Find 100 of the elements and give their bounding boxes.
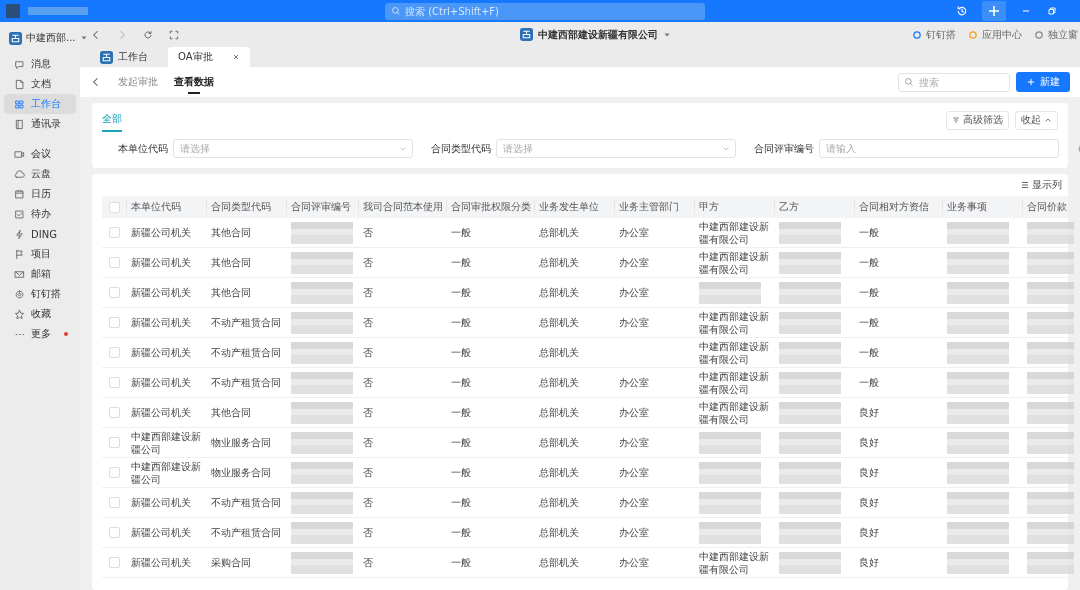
search-icon bbox=[904, 77, 914, 87]
row-checkbox[interactable] bbox=[108, 377, 120, 388]
nav-icon bbox=[14, 268, 25, 280]
table-cell: 否 bbox=[363, 256, 373, 269]
row-checkbox[interactable] bbox=[108, 317, 120, 328]
nav-icon bbox=[14, 288, 25, 300]
column-settings-button[interactable]: 显示列 bbox=[1021, 178, 1062, 192]
column-header: 乙方 bbox=[774, 200, 854, 214]
table-cell: 总部机关 bbox=[539, 556, 579, 569]
row-checkbox[interactable] bbox=[108, 257, 120, 268]
table-cell: 一般 bbox=[451, 226, 471, 239]
table-cell-text: 中建西部建设新疆有限公司 bbox=[699, 549, 770, 576]
row-checkbox[interactable] bbox=[108, 557, 120, 568]
select-all-checkbox[interactable] bbox=[108, 201, 120, 213]
nav-icon bbox=[14, 98, 25, 110]
table-cell: 新疆公司机关 bbox=[131, 556, 191, 569]
table-cell: 采购合同 bbox=[211, 556, 251, 569]
search-field[interactable]: 搜索 bbox=[898, 72, 1010, 92]
table-cell: 良好 bbox=[859, 466, 879, 479]
sidebar-item[interactable]: 文档 bbox=[4, 74, 76, 94]
sidebar-item[interactable]: 收藏 bbox=[4, 304, 76, 324]
table-cell: 总部机关 bbox=[539, 436, 579, 449]
chevron-down-icon bbox=[722, 144, 730, 153]
row-checkbox[interactable] bbox=[108, 407, 120, 418]
sidebar-item[interactable]: 邮箱 bbox=[4, 264, 76, 284]
app-icon bbox=[912, 29, 922, 40]
row-checkbox[interactable] bbox=[108, 467, 120, 478]
global-search-field[interactable]: 搜索 (Ctrl+Shift+F) bbox=[385, 2, 705, 20]
sidebar-item[interactable]: 会议 bbox=[4, 144, 76, 164]
sidebar-item[interactable]: 更多 bbox=[4, 324, 76, 344]
sidebar-item[interactable]: 钉钉搭 bbox=[4, 284, 76, 304]
row-checkbox[interactable] bbox=[108, 227, 120, 238]
column-header: 业务主管部门 bbox=[614, 200, 694, 214]
table-cell: 新疆公司机关 bbox=[131, 526, 191, 539]
row-checkbox[interactable] bbox=[108, 347, 120, 358]
table-cell: 物业服务合同 bbox=[211, 436, 271, 449]
page-tab[interactable]: 查看数据 bbox=[174, 67, 214, 97]
toolbar-link[interactable]: 独立窗 bbox=[1034, 27, 1078, 42]
history-icon[interactable] bbox=[956, 5, 968, 17]
sidebar-item[interactable]: DING bbox=[4, 224, 76, 244]
chevron-up-icon bbox=[1044, 116, 1052, 124]
toolbar-link[interactable]: 应用中心 bbox=[968, 27, 1022, 42]
new-button[interactable]: 新建 bbox=[1016, 72, 1070, 92]
table-cell: 否 bbox=[363, 346, 373, 359]
row-checkbox[interactable] bbox=[108, 497, 120, 508]
sidebar-item[interactable]: 待办 bbox=[4, 204, 76, 224]
table-cell: 办公室 bbox=[619, 226, 649, 239]
column-header: 本单位代码 bbox=[126, 200, 206, 214]
table-cell: 新疆公司机关 bbox=[131, 376, 191, 389]
table-cell: 办公室 bbox=[619, 406, 649, 419]
select-field[interactable]: 请选择 bbox=[496, 139, 736, 158]
nav-icon bbox=[14, 308, 25, 320]
nav-icon bbox=[14, 148, 25, 160]
restore-icon[interactable] bbox=[1046, 5, 1058, 17]
table-cell-text: 中建西部建设新疆有限公司 bbox=[699, 309, 770, 336]
table-cell: 一般 bbox=[859, 256, 879, 269]
caret-down-icon bbox=[79, 34, 88, 42]
select-field[interactable]: 请选择 bbox=[173, 139, 413, 158]
input-field[interactable]: 请输入 bbox=[819, 139, 1059, 158]
table-cell: 不动产租赁合同 bbox=[211, 316, 281, 329]
table-cell: 良好 bbox=[859, 436, 879, 449]
table-cell: 总部机关 bbox=[539, 466, 579, 479]
add-icon[interactable] bbox=[982, 1, 1006, 21]
column-header: 我司合同范本使用 bbox=[358, 200, 446, 214]
row-checkbox[interactable] bbox=[108, 527, 120, 538]
refresh-icon[interactable] bbox=[142, 28, 154, 41]
row-checkbox[interactable] bbox=[108, 437, 120, 448]
company-switcher[interactable]: 中建西部建设新疆有限公司 bbox=[520, 27, 671, 42]
advanced-filter-button[interactable]: 高级筛选 bbox=[946, 110, 1009, 130]
table-cell: 良好 bbox=[859, 406, 879, 419]
table-cell: 一般 bbox=[451, 286, 471, 299]
collapse-button[interactable]: 收起 bbox=[1015, 110, 1058, 130]
sidebar-item[interactable]: 通讯录 bbox=[4, 114, 76, 134]
toolbar-link[interactable]: 钉钉搭 bbox=[912, 27, 956, 42]
close-icon[interactable] bbox=[232, 53, 240, 61]
sidebar-item[interactable]: 消息 bbox=[4, 54, 76, 74]
table-cell: 新疆公司机关 bbox=[131, 316, 191, 329]
table-cell: 一般 bbox=[859, 376, 879, 389]
sidebar-item[interactable]: 日历 bbox=[4, 184, 76, 204]
table-cell: 良好 bbox=[859, 556, 879, 569]
field-label: 合同类型代码 bbox=[431, 141, 491, 156]
fullscreen-icon[interactable] bbox=[168, 28, 180, 41]
browser-tab[interactable]: 工作台 bbox=[90, 47, 168, 67]
table-cell: 否 bbox=[363, 406, 373, 419]
table-cell: 总部机关 bbox=[539, 376, 579, 389]
table-cell: 不动产租赁合同 bbox=[211, 346, 281, 359]
org-switcher[interactable]: 中建西部... bbox=[0, 26, 80, 50]
table-cell: 否 bbox=[363, 226, 373, 239]
page-tab[interactable]: 发起审批 bbox=[118, 67, 158, 97]
row-checkbox[interactable] bbox=[108, 287, 120, 298]
table-cell: 良好 bbox=[859, 526, 879, 539]
table-cell: 总部机关 bbox=[539, 346, 579, 359]
table-cell: 总部机关 bbox=[539, 256, 579, 269]
sidebar-item[interactable]: 项目 bbox=[4, 244, 76, 264]
browser-tab[interactable]: OA审批 bbox=[168, 47, 250, 67]
table-cell: 新疆公司机关 bbox=[131, 286, 191, 299]
sidebar-item[interactable]: 云盘 bbox=[4, 164, 76, 184]
nav-icon bbox=[14, 228, 25, 240]
table-cell: 办公室 bbox=[619, 316, 649, 329]
table-cell: 一般 bbox=[451, 316, 471, 329]
